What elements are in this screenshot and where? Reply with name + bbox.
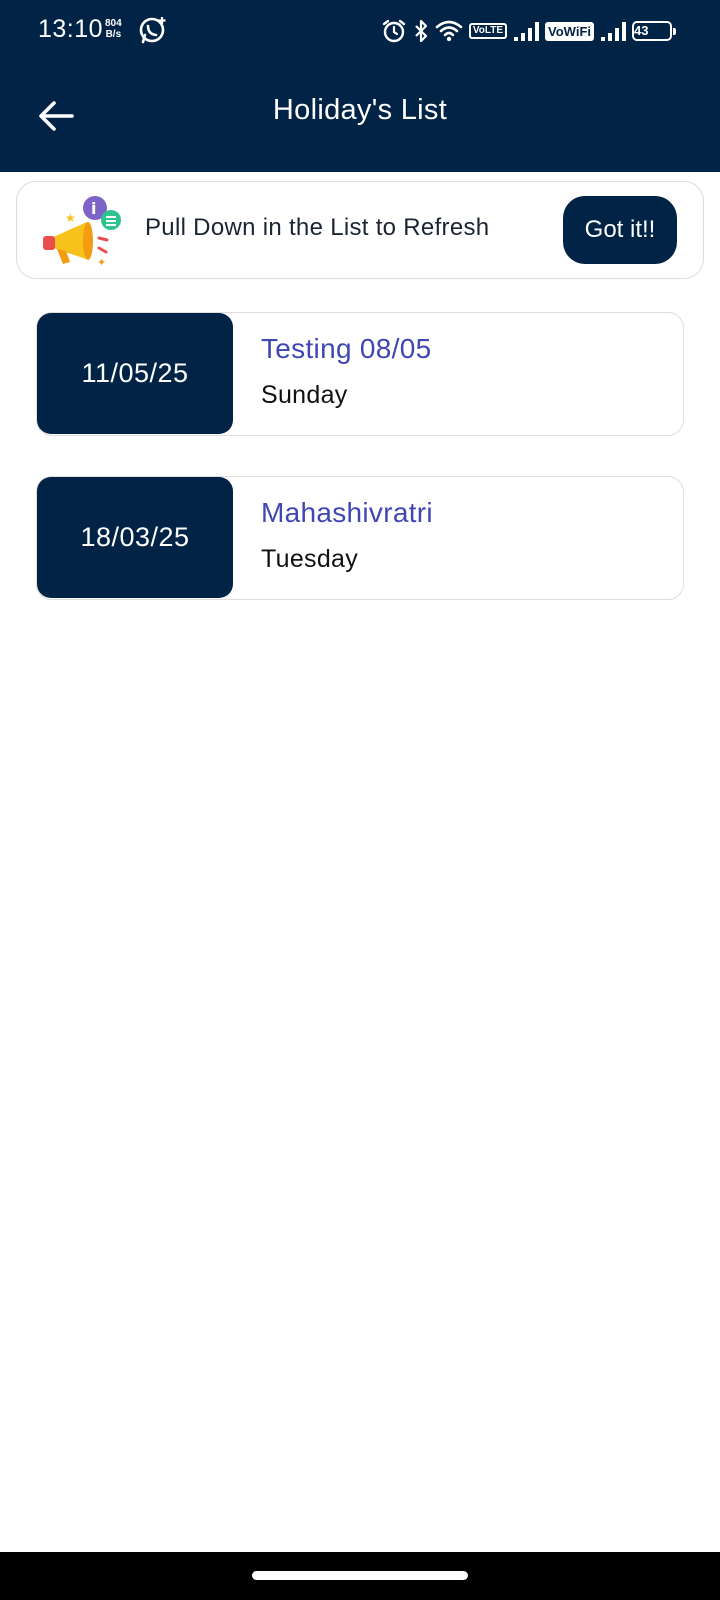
app-bar: Holiday's List	[0, 62, 720, 172]
status-icons: Vo LTE VoWiFi 43	[381, 17, 676, 45]
holiday-list: 11/05/25 Testing 08/05 Sunday 18/03/25 M…	[36, 312, 684, 640]
volte-label-bottom: LTE	[484, 25, 504, 36]
got-it-button[interactable]: Got it!!	[563, 196, 677, 264]
volte-label-top: Vo	[472, 25, 485, 36]
svg-text:★: ★	[65, 211, 76, 225]
alarm-icon	[381, 18, 407, 44]
vowifi-icon: VoWiFi	[545, 21, 594, 41]
bluetooth-icon	[413, 18, 429, 44]
volte-icon: Vo LTE	[468, 23, 508, 39]
page-title: Holiday's List	[272, 94, 448, 126]
holiday-date: 11/05/25	[37, 313, 233, 434]
system-navigation-bar	[0, 1552, 720, 1600]
refresh-hint-text: Pull Down in the List to Refresh	[145, 214, 490, 241]
whatsapp-icon	[138, 15, 168, 50]
refresh-hint-banner: i ★ ✦ Pull Down in the List to Refresh G…	[16, 181, 704, 279]
megaphone-icon: i ★ ✦	[39, 194, 127, 275]
signal-strength-icon	[513, 21, 540, 41]
holiday-name: Testing 08/05	[261, 333, 432, 364]
network-speed-unit: B/s	[105, 29, 122, 40]
holiday-day: Tuesday	[261, 545, 359, 573]
battery-icon: 43	[632, 21, 676, 41]
wifi-icon	[435, 19, 463, 43]
network-speed: 804 B/s	[105, 18, 122, 40]
holiday-name: Mahashivratri	[261, 497, 433, 528]
holiday-card[interactable]: 18/03/25 Mahashivratri Tuesday	[36, 476, 684, 600]
holiday-day: Sunday	[261, 381, 348, 409]
holiday-card[interactable]: 11/05/25 Testing 08/05 Sunday	[36, 312, 684, 436]
svg-text:✦: ✦	[97, 256, 106, 269]
home-gesture-handle[interactable]	[252, 1571, 468, 1580]
holiday-date: 18/03/25	[37, 477, 233, 598]
svg-text:i: i	[91, 199, 96, 218]
status-time: 13:10	[38, 15, 104, 43]
signal-strength-2-icon	[600, 21, 626, 41]
status-bar: 13:10 804 B/s Vo LTE VoWiFi 43	[0, 0, 720, 62]
network-speed-value: 804	[105, 18, 122, 29]
